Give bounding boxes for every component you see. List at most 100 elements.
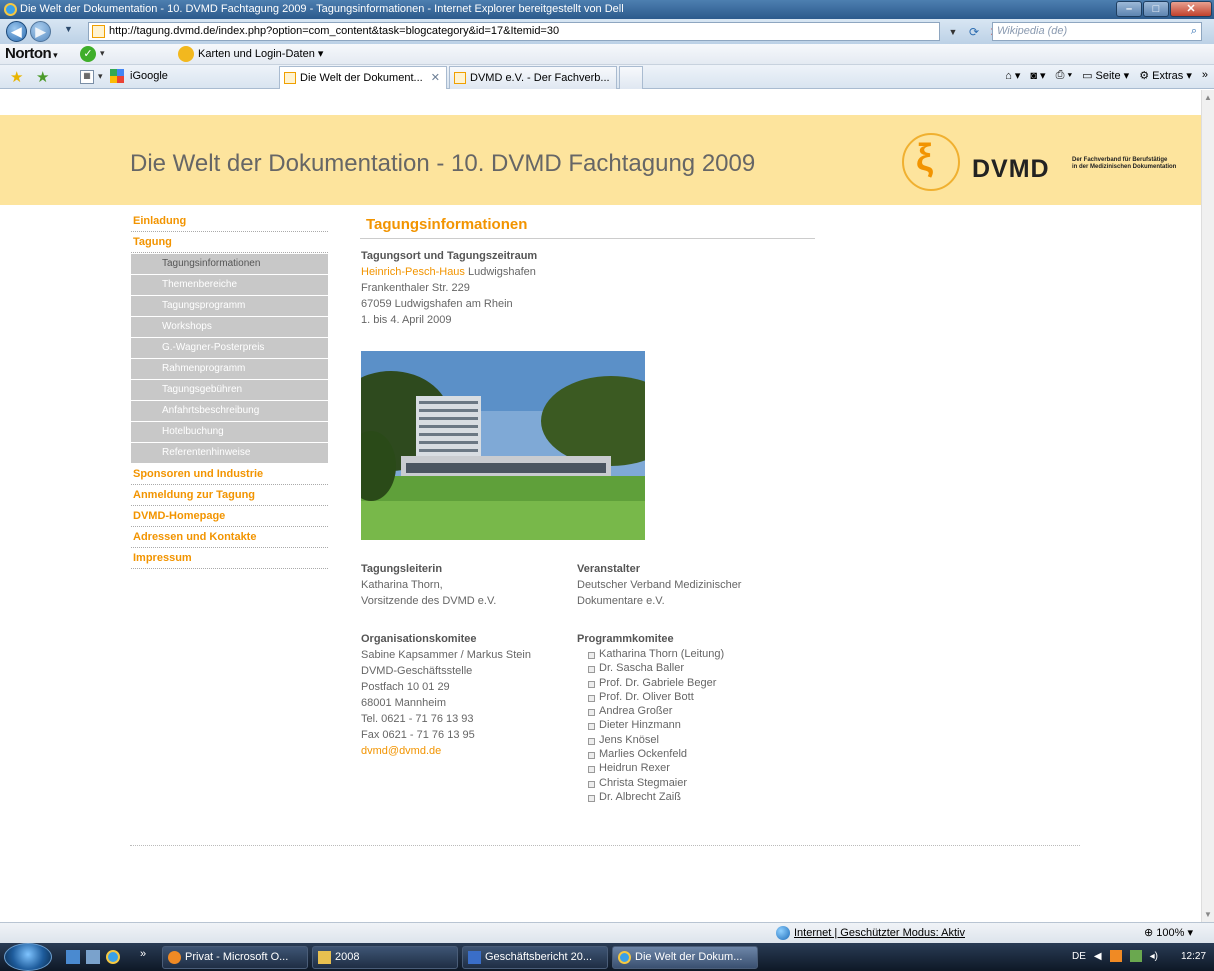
taskbar-item-ie[interactable]: Die Welt der Dokum...	[612, 946, 758, 969]
address-bar[interactable]: http://tagung.dvmd.de/index.php?option=c…	[88, 22, 940, 41]
menu-posterpreis[interactable]: G.-Wagner-Posterpreis	[131, 338, 328, 358]
taskbar-item-folder[interactable]: 2008	[312, 946, 458, 969]
switch-windows-icon[interactable]	[86, 950, 100, 964]
window-controls: – □ ✕	[1116, 1, 1212, 17]
scroll-up-icon[interactable]: ▲	[1204, 93, 1212, 102]
menu-sponsoren[interactable]: Sponsoren und Industrie	[131, 464, 328, 485]
norton-menu[interactable]: Norton ▾	[5, 45, 58, 62]
menu-referentenhinweise[interactable]: Referentenhinweise	[131, 443, 328, 463]
venue-link[interactable]: Heinrich-Pesch-Haus	[361, 266, 465, 278]
menu-tagungsgebuehren[interactable]: Tagungsgebühren	[131, 380, 328, 400]
norton-label: Norton	[5, 45, 52, 62]
toolbar-overflow-icon[interactable]: »	[1202, 69, 1208, 82]
favorites-star-icon[interactable]: ★	[10, 68, 23, 86]
leader-name: Katharina Thorn,	[361, 579, 443, 591]
orga-office: DVMD-Geschäftsstelle	[361, 665, 473, 677]
orga-committee: Organisationskomitee Sabine Kapsammer / …	[361, 631, 531, 759]
scroll-down-icon[interactable]: ▼	[1204, 910, 1212, 919]
back-button[interactable]: ◀	[6, 21, 27, 42]
zoom-control[interactable]: ⊕ 100% ▾	[1144, 926, 1193, 939]
menu-anfahrtsbeschreibung[interactable]: Anfahrtsbeschreibung	[131, 401, 328, 421]
forward-button[interactable]: ▶	[30, 21, 51, 42]
internet-zone-icon	[776, 926, 790, 940]
taskbar-item-word[interactable]: Geschäftsbericht 20...	[462, 946, 608, 969]
menu-hotelbuchung[interactable]: Hotelbuchung	[131, 422, 328, 442]
minimize-button[interactable]: –	[1116, 1, 1142, 17]
language-indicator[interactable]: DE	[1072, 951, 1086, 962]
leader-title: Tagungsleiterin	[361, 563, 443, 575]
menu-impressum[interactable]: Impressum	[131, 548, 328, 569]
tab-dvmd-ev[interactable]: DVMD e.V. - Der Fachverb...	[449, 66, 617, 89]
menu-tagungsprogramm[interactable]: Tagungsprogramm	[131, 296, 328, 316]
page-menu-label: Seite	[1095, 70, 1121, 82]
venue-info: Tagungsort und Tagungszeitraum Heinrich-…	[361, 248, 537, 328]
norton-status-dropdown-icon[interactable]: ▾	[100, 48, 105, 59]
search-placeholder: Wikipedia (de)	[997, 25, 1068, 37]
home-icon[interactable]: ⌂ ▾	[1005, 69, 1020, 82]
taskbar-item-label: Privat - Microsoft O...	[185, 951, 289, 963]
dvmd-logo-mark-icon: ξ	[916, 137, 933, 179]
leader-role: Vorsitzende des DVMD e.V.	[361, 595, 497, 607]
window-titlebar: Die Welt der Dokumentation - 10. DVMD Fa…	[0, 0, 1214, 19]
list-item: Katharina Thorn (Leitung)	[577, 647, 724, 661]
volume-icon[interactable]: ◂)	[1150, 951, 1158, 962]
search-input[interactable]: Wikipedia (de) ⌕	[992, 22, 1202, 41]
taskbar-item-outlook[interactable]: Privat - Microsoft O...	[162, 946, 308, 969]
leader-info: Tagungsleiterin Katharina Thorn, Vorsitz…	[361, 561, 496, 609]
print-icon[interactable]: ⎙ ▾	[1056, 69, 1072, 82]
tab-close-icon[interactable]: ✕	[431, 67, 440, 89]
menu-anmeldung[interactable]: Anmeldung zur Tagung	[131, 485, 328, 506]
taskbar-item-label: Die Welt der Dokum...	[635, 951, 743, 963]
quick-tabs-icon[interactable]: ▦	[80, 70, 94, 84]
orga-title: Organisationskomitee	[361, 633, 477, 645]
quicklaunch-overflow-icon[interactable]: »	[140, 948, 146, 960]
menu-adressen[interactable]: Adressen und Kontakte	[131, 527, 328, 548]
address-dropdown-icon[interactable]: ▼	[944, 23, 962, 41]
tab-label: Die Welt der Dokument...	[300, 72, 423, 84]
add-favorites-icon[interactable]: ★	[36, 68, 49, 86]
norton-status-icon[interactable]: ✓	[80, 46, 96, 62]
organizer-title: Veranstalter	[577, 563, 640, 575]
maximize-button[interactable]: □	[1143, 1, 1169, 17]
venue-zip-city: 67059 Ludwigshafen am Rhein	[361, 298, 513, 310]
site-favicon-icon	[92, 25, 105, 38]
organizer-line1: Deutscher Verband Medizinischer	[577, 579, 742, 591]
menu-rahmenprogramm[interactable]: Rahmenprogramm	[131, 359, 328, 379]
tray-app-icon[interactable]	[1109, 950, 1122, 962]
taskbar-item-label: Geschäftsbericht 20...	[485, 951, 592, 963]
quicklaunch-ie-icon[interactable]	[106, 950, 120, 964]
security-zone[interactable]: Internet | Geschützter Modus: Aktiv	[776, 926, 965, 940]
show-desktop-icon[interactable]	[66, 950, 80, 964]
favorite-igoogle[interactable]: iGoogle	[130, 70, 168, 82]
clock[interactable]: 12:27	[1181, 951, 1206, 962]
orga-email-link[interactable]: dvmd@dvmd.de	[361, 745, 441, 757]
internet-explorer-icon	[618, 951, 631, 964]
command-bar: ⌂ ▾ ◙ ▾ ⎙ ▾ ▭ Seite ▾ ⚙ Extras ▾ »	[1005, 69, 1208, 82]
menu-tagungsinformationen[interactable]: Tagungsinformationen	[131, 254, 328, 274]
close-button[interactable]: ✕	[1170, 1, 1212, 17]
start-button[interactable]	[4, 943, 52, 971]
tab-label: DVMD e.V. - Der Fachverb...	[470, 72, 610, 84]
network-icon[interactable]	[1129, 950, 1142, 962]
new-tab-button[interactable]	[619, 66, 643, 89]
menu-einladung[interactable]: Einladung	[131, 211, 328, 232]
dvmd-logo-tagline: Der Fachverband für Berufstätige in der M…	[1072, 157, 1177, 170]
address-toolbar: ◀ ▶ ▼ http://tagung.dvmd.de/index.php?op…	[0, 19, 1214, 44]
menu-tagung[interactable]: Tagung	[131, 232, 328, 253]
menu-dvmd-homepage[interactable]: DVMD-Homepage	[131, 506, 328, 527]
status-bar: Internet | Geschützter Modus: Aktiv ⊕ 10…	[0, 922, 1214, 943]
search-icon[interactable]: ⌕	[1191, 23, 1197, 40]
feeds-icon[interactable]: ◙ ▾	[1030, 69, 1045, 82]
tray-expand-icon[interactable]: ◀	[1094, 951, 1102, 962]
refresh-icon[interactable]: ⟳	[965, 23, 983, 41]
vertical-scrollbar[interactable]: ▲ ▼	[1201, 90, 1214, 922]
venue-title: Tagungsort und Tagungszeitraum	[361, 250, 538, 262]
history-dropdown-icon[interactable]: ▼	[64, 24, 73, 34]
menu-workshops[interactable]: Workshops	[131, 317, 328, 337]
tab-welt-der-dokumentation[interactable]: Die Welt der Dokument... ✕	[279, 66, 447, 89]
menu-themenbereiche[interactable]: Themenbereiche	[131, 275, 328, 295]
tab-list-dropdown-icon[interactable]: ▾	[98, 71, 103, 82]
page-menu[interactable]: ▭ Seite ▾	[1082, 69, 1129, 82]
extras-menu[interactable]: ⚙ Extras ▾	[1139, 69, 1192, 82]
norton-logins-menu[interactable]: Karten und Login-Daten ▾	[198, 47, 323, 60]
